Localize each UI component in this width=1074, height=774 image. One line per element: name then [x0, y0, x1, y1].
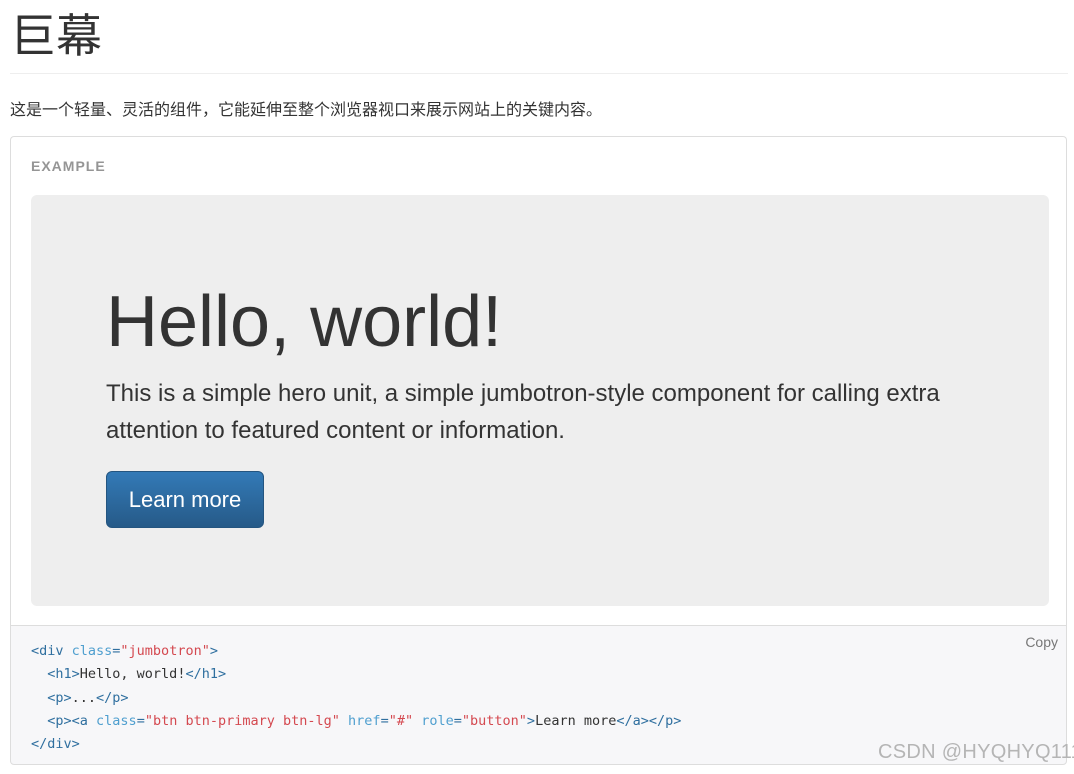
code-token: class [96, 712, 137, 729]
code-block: <div class="jumbotron"> <h1>Hello, world… [31, 640, 681, 756]
code-token: = [380, 712, 389, 729]
code-token: "btn btn-primary btn-lg" [144, 712, 340, 729]
code-token: </div> [31, 736, 80, 753]
code-token: > [526, 712, 536, 729]
code-token: = [453, 712, 462, 729]
code-line: <div class="jumbotron"> [31, 640, 681, 663]
code-token: > [209, 643, 218, 659]
code-token: <p><a [47, 712, 97, 729]
code-token: </h1> [185, 666, 227, 683]
page-title: 巨幕 [10, 9, 102, 63]
code-token: "#" [388, 712, 414, 729]
code-line: <p>...</p> [31, 687, 681, 710]
code-token: = [136, 712, 145, 729]
code-line: <h1>Hello, world!</h1> [31, 663, 681, 686]
example-box: EXAMPLE Hello, world! This is a simple h… [10, 136, 1067, 625]
code-line: </div> [31, 733, 681, 756]
code-token: href [348, 712, 381, 729]
code-token: </p> [96, 689, 129, 706]
code-token: "jumbotron" [120, 643, 210, 659]
watermark: CSDN @HYQHYQ111 [878, 741, 1074, 763]
code-token: </a></p> [616, 712, 682, 729]
code-line: <p><a class="btn btn-primary btn-lg" hre… [31, 710, 681, 733]
jumbotron-text: This is a simple hero unit, a simple jum… [106, 380, 940, 444]
intro-text: 这是一个轻量、灵活的组件，它能延伸至整个浏览器视口来展示网站上的关键内容。 [10, 100, 603, 119]
jumbotron: Hello, world! This is a simple hero unit… [31, 195, 1049, 606]
code-token: role [421, 712, 454, 729]
code-token: <p> [47, 689, 72, 706]
code-token: <h1> [47, 666, 80, 683]
learn-more-button[interactable]: Learn more [106, 471, 264, 528]
title-divider [10, 73, 1068, 74]
code-token: Hello, world! [79, 666, 186, 683]
code-token: ... [71, 689, 97, 706]
docs-page: 巨幕 这是一个轻量、灵活的组件，它能延伸至整个浏览器视口来展示网站上的关键内容。… [0, 0, 1074, 774]
code-token: <div [31, 643, 72, 659]
copy-button[interactable]: Copy [1025, 634, 1058, 650]
code-token: "button" [461, 712, 527, 729]
example-label: EXAMPLE [31, 158, 106, 174]
jumbotron-heading: Hello, world! [106, 282, 503, 362]
code-token: Learn more [535, 712, 617, 729]
code-token: class [71, 643, 113, 659]
